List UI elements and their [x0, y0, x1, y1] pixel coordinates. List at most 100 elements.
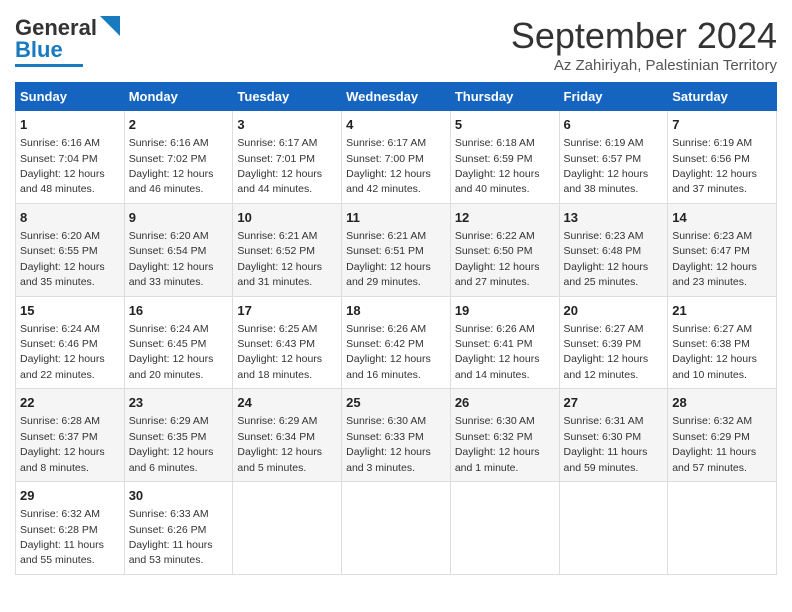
cell-sunset: Sunset: 6:29 PM: [672, 431, 750, 443]
calendar-cell: 12 Sunrise: 6:22 AM Sunset: 6:50 PM Dayl…: [450, 203, 559, 296]
calendar-cell: 22 Sunrise: 6:28 AM Sunset: 6:37 PM Dayl…: [16, 389, 125, 482]
cell-sunrise: Sunrise: 6:28 AM: [20, 415, 100, 427]
cell-sunset: Sunset: 7:00 PM: [346, 153, 424, 165]
cell-daylight: Daylight: 12 hours and 14 minutes.: [455, 353, 540, 380]
calendar-week-row: 29 Sunrise: 6:32 AM Sunset: 6:28 PM Dayl…: [16, 482, 777, 575]
calendar-cell: 24 Sunrise: 6:29 AM Sunset: 6:34 PM Dayl…: [233, 389, 342, 482]
cell-sunrise: Sunrise: 6:16 AM: [20, 137, 100, 149]
cell-daylight: Daylight: 12 hours and 18 minutes.: [237, 353, 322, 380]
day-number: 26: [455, 394, 555, 412]
calendar-cell: 15 Sunrise: 6:24 AM Sunset: 6:46 PM Dayl…: [16, 296, 125, 389]
day-number: 12: [455, 209, 555, 227]
cell-sunrise: Sunrise: 6:19 AM: [564, 137, 644, 149]
cell-sunrise: Sunrise: 6:29 AM: [237, 415, 317, 427]
cell-daylight: Daylight: 12 hours and 46 minutes.: [129, 168, 214, 195]
calendar-cell: 19 Sunrise: 6:26 AM Sunset: 6:41 PM Dayl…: [450, 296, 559, 389]
cell-sunrise: Sunrise: 6:24 AM: [129, 323, 209, 335]
cell-sunrise: Sunrise: 6:18 AM: [455, 137, 535, 149]
day-number: 18: [346, 302, 446, 320]
calendar-cell: 28 Sunrise: 6:32 AM Sunset: 6:29 PM Dayl…: [668, 389, 777, 482]
cell-sunrise: Sunrise: 6:30 AM: [346, 415, 426, 427]
day-number: 16: [129, 302, 229, 320]
day-number: 21: [672, 302, 772, 320]
cell-sunset: Sunset: 6:33 PM: [346, 431, 424, 443]
cell-sunset: Sunset: 6:39 PM: [564, 338, 642, 350]
calendar-cell: 3 Sunrise: 6:17 AM Sunset: 7:01 PM Dayli…: [233, 111, 342, 204]
day-number: 1: [20, 116, 120, 134]
cell-daylight: Daylight: 12 hours and 44 minutes.: [237, 168, 322, 195]
cell-daylight: Daylight: 11 hours and 55 minutes.: [20, 539, 104, 566]
cell-sunrise: Sunrise: 6:17 AM: [237, 137, 317, 149]
day-number: 28: [672, 394, 772, 412]
cell-sunrise: Sunrise: 6:21 AM: [237, 230, 317, 242]
cell-daylight: Daylight: 12 hours and 29 minutes.: [346, 261, 431, 288]
cell-sunset: Sunset: 6:48 PM: [564, 245, 642, 257]
calendar-cell: 18 Sunrise: 6:26 AM Sunset: 6:42 PM Dayl…: [342, 296, 451, 389]
cell-sunrise: Sunrise: 6:26 AM: [346, 323, 426, 335]
cell-daylight: Daylight: 12 hours and 48 minutes.: [20, 168, 105, 195]
calendar-cell: 1 Sunrise: 6:16 AM Sunset: 7:04 PM Dayli…: [16, 111, 125, 204]
calendar-cell: 17 Sunrise: 6:25 AM Sunset: 6:43 PM Dayl…: [233, 296, 342, 389]
cell-sunset: Sunset: 6:26 PM: [129, 524, 207, 536]
cell-daylight: Daylight: 12 hours and 27 minutes.: [455, 261, 540, 288]
cell-sunset: Sunset: 6:43 PM: [237, 338, 315, 350]
calendar-cell: 30 Sunrise: 6:33 AM Sunset: 6:26 PM Dayl…: [124, 482, 233, 575]
cell-daylight: Daylight: 12 hours and 22 minutes.: [20, 353, 105, 380]
calendar-cell: 29 Sunrise: 6:32 AM Sunset: 6:28 PM Dayl…: [16, 482, 125, 575]
cell-daylight: Daylight: 12 hours and 8 minutes.: [20, 446, 105, 473]
cell-sunrise: Sunrise: 6:26 AM: [455, 323, 535, 335]
day-number: 23: [129, 394, 229, 412]
cell-sunset: Sunset: 6:47 PM: [672, 245, 750, 257]
header-sunday: Sunday: [16, 83, 125, 111]
day-number: 3: [237, 116, 337, 134]
day-number: 27: [564, 394, 664, 412]
calendar-cell: 21 Sunrise: 6:27 AM Sunset: 6:38 PM Dayl…: [668, 296, 777, 389]
logo-arrow-icon: [100, 16, 120, 36]
calendar-cell: 2 Sunrise: 6:16 AM Sunset: 7:02 PM Dayli…: [124, 111, 233, 204]
cell-sunrise: Sunrise: 6:19 AM: [672, 137, 752, 149]
day-number: 15: [20, 302, 120, 320]
cell-daylight: Daylight: 12 hours and 35 minutes.: [20, 261, 105, 288]
cell-sunset: Sunset: 6:37 PM: [20, 431, 98, 443]
cell-daylight: Daylight: 12 hours and 42 minutes.: [346, 168, 431, 195]
day-number: 20: [564, 302, 664, 320]
cell-sunrise: Sunrise: 6:23 AM: [564, 230, 644, 242]
cell-sunset: Sunset: 6:32 PM: [455, 431, 533, 443]
page-header: General Blue September 2024 Az Zahiriyah…: [15, 15, 777, 74]
calendar-cell: 8 Sunrise: 6:20 AM Sunset: 6:55 PM Dayli…: [16, 203, 125, 296]
cell-sunrise: Sunrise: 6:27 AM: [672, 323, 752, 335]
calendar-cell: [668, 482, 777, 575]
calendar-week-row: 1 Sunrise: 6:16 AM Sunset: 7:04 PM Dayli…: [16, 111, 777, 204]
cell-sunset: Sunset: 6:54 PM: [129, 245, 207, 257]
calendar-cell: 26 Sunrise: 6:30 AM Sunset: 6:32 PM Dayl…: [450, 389, 559, 482]
cell-daylight: Daylight: 12 hours and 23 minutes.: [672, 261, 757, 288]
day-number: 24: [237, 394, 337, 412]
cell-daylight: Daylight: 12 hours and 16 minutes.: [346, 353, 431, 380]
cell-sunset: Sunset: 6:30 PM: [564, 431, 642, 443]
cell-sunset: Sunset: 6:35 PM: [129, 431, 207, 443]
title-area: September 2024 Az Zahiriyah, Palestinian…: [511, 15, 777, 74]
calendar-cell: 25 Sunrise: 6:30 AM Sunset: 6:33 PM Dayl…: [342, 389, 451, 482]
day-number: 6: [564, 116, 664, 134]
cell-sunrise: Sunrise: 6:20 AM: [20, 230, 100, 242]
calendar-table: SundayMondayTuesdayWednesdayThursdayFrid…: [15, 82, 777, 575]
cell-sunset: Sunset: 6:52 PM: [237, 245, 315, 257]
day-number: 2: [129, 116, 229, 134]
day-number: 11: [346, 209, 446, 227]
calendar-week-row: 15 Sunrise: 6:24 AM Sunset: 6:46 PM Dayl…: [16, 296, 777, 389]
calendar-cell: 10 Sunrise: 6:21 AM Sunset: 6:52 PM Dayl…: [233, 203, 342, 296]
calendar-cell: [342, 482, 451, 575]
cell-sunrise: Sunrise: 6:23 AM: [672, 230, 752, 242]
header-monday: Monday: [124, 83, 233, 111]
cell-sunset: Sunset: 7:02 PM: [129, 153, 207, 165]
cell-daylight: Daylight: 12 hours and 20 minutes.: [129, 353, 214, 380]
calendar-cell: 16 Sunrise: 6:24 AM Sunset: 6:45 PM Dayl…: [124, 296, 233, 389]
cell-sunrise: Sunrise: 6:21 AM: [346, 230, 426, 242]
logo-underline: [15, 64, 83, 67]
cell-sunset: Sunset: 6:56 PM: [672, 153, 750, 165]
cell-sunset: Sunset: 6:34 PM: [237, 431, 315, 443]
cell-daylight: Daylight: 12 hours and 12 minutes.: [564, 353, 649, 380]
cell-daylight: Daylight: 12 hours and 25 minutes.: [564, 261, 649, 288]
header-wednesday: Wednesday: [342, 83, 451, 111]
cell-daylight: Daylight: 12 hours and 33 minutes.: [129, 261, 214, 288]
